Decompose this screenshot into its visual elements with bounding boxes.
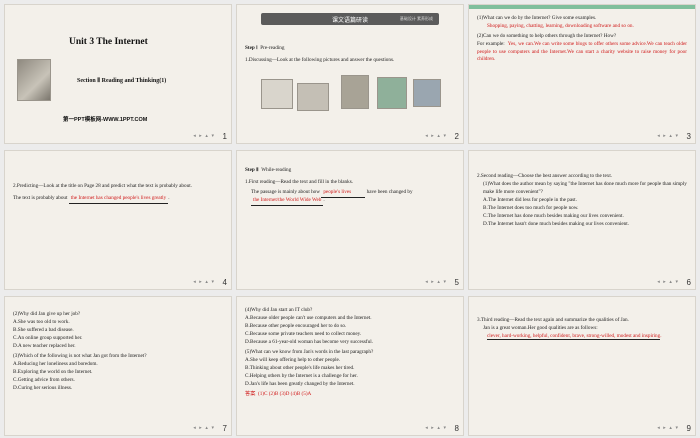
step-title: While-reading: [261, 167, 292, 173]
picture-1: [261, 79, 293, 109]
slide-4[interactable]: 2.Predicting—Look at the title on Page 2…: [4, 150, 232, 290]
slide-section: Section Ⅱ Reading and Thinking(1): [77, 78, 167, 84]
answer-key: 答案 (1)C (2)B (3)D (4)B (5)A: [245, 391, 455, 399]
option-5d: D.Jan's life has been greatly changed by…: [245, 381, 355, 387]
slide-3[interactable]: (1)What can we do by the Internet? Give …: [468, 4, 696, 144]
slide-nav[interactable]: ◂ ▸ ▴ ▾: [425, 279, 447, 285]
first-reading-line: 1.First reading—Read the text and fill i…: [245, 179, 354, 185]
slide-number: 5: [454, 278, 459, 287]
slide-8[interactable]: (4)Why did Jan start an IT club? A.Becau…: [236, 296, 464, 436]
answer-values: (1)C (2)B (3)D (4)B (5)A: [257, 391, 312, 397]
slide-6[interactable]: 2.Second reading—Choose the best answer …: [468, 150, 696, 290]
discussing-line: 1.Discussing—Look at the following pictu…: [245, 57, 395, 63]
question: (1)What does the author mean by saying "…: [483, 181, 687, 195]
question-2: (2)Can we do something to help others th…: [477, 33, 617, 39]
slide-number: 4: [222, 278, 227, 287]
step-label: Step Ⅰ: [245, 45, 258, 51]
question-1: (1)What can we do by the Internet? Give …: [477, 15, 597, 21]
question-5: (5)What can we know from Jan's words in …: [245, 349, 374, 355]
option-3a: A.Reducing her loneliness and boredom.: [13, 361, 98, 367]
predicting-answer-line: The text is probably about the Internet …: [13, 195, 223, 204]
slide-footer: 第一PPT模板网-WWW.1PPT.COM: [63, 117, 148, 123]
option-2d: D.A new teacher replaced her.: [13, 343, 76, 349]
option-2c: C.An online group supported her.: [13, 335, 83, 341]
slide-nav[interactable]: ◂ ▸ ▴ ▾: [657, 279, 679, 285]
slide-photo: [17, 59, 51, 101]
option-a: A.The Internet did less for people in th…: [483, 197, 577, 203]
picture-4: [377, 77, 407, 109]
qualities-answer-text: clever, hard-working, helpful, confident…: [487, 333, 661, 340]
option-5b: B.Thinking about other people's life mak…: [245, 365, 355, 371]
option-b: B.The Internet does too much for people …: [483, 205, 579, 211]
slide-1[interactable]: Unit 3 The Internet Section Ⅱ Reading an…: [4, 4, 232, 144]
question-4: (4)Why did Jan start an IT club?: [245, 307, 313, 313]
banner-right: 基础设计 素养形成: [399, 16, 433, 21]
slide-nav[interactable]: ◂ ▸ ▴ ▾: [657, 425, 679, 431]
slide-grid: Unit 3 The Internet Section Ⅱ Reading an…: [0, 0, 700, 438]
option-2b: B.She suffered a bad disease.: [13, 327, 74, 333]
fill-blank-2: the Internet/the World Wide Web: [251, 197, 324, 206]
slide-number: 8: [454, 424, 459, 433]
picture-5: [413, 79, 441, 107]
fill-text-1: The passage is mainly about how: [251, 189, 321, 195]
picture-2: [297, 83, 329, 111]
slide-nav[interactable]: ◂ ▸ ▴ ▾: [193, 133, 215, 139]
question-3: (3)Which of the following is not what Ja…: [13, 353, 147, 359]
option-5c: C.Helping others by the Internet is a ch…: [245, 373, 358, 379]
slide-number: 7: [222, 424, 227, 433]
option-5a: A.She will keep offering help to other p…: [245, 357, 341, 363]
qualities-answer: clever, hard-working, helpful, confident…: [487, 333, 662, 340]
predicting-line: 2.Predicting—Look at the title on Page 2…: [13, 183, 192, 189]
picture-3: [341, 75, 369, 109]
slide-number: 3: [686, 132, 691, 141]
slide-title: Unit 3 The Internet: [69, 37, 148, 47]
answer-label: 答案: [245, 391, 256, 397]
answer-2: Yes, we can.We can write some blogs to o…: [477, 41, 687, 63]
second-reading-line: 2.Second reading—Choose the best answer …: [477, 173, 613, 179]
question-2: (2)Why did Jan give up her job?: [13, 311, 81, 317]
option-4b: B.Because other people encouraged her to…: [245, 323, 347, 329]
qualities-lead: Jan is a great woman.Her good qualities …: [483, 325, 598, 331]
step-heading: Step Ⅱ While-reading: [245, 167, 455, 175]
option-3d: D.Curing her serious illness.: [13, 385, 73, 391]
slide-nav[interactable]: ◂ ▸ ▴ ▾: [193, 425, 215, 431]
option-c: C.The Internet has done much besides mak…: [483, 213, 624, 219]
option-4d: D.Because a 61-year-old woman has become…: [245, 339, 373, 345]
slide-number: 1: [222, 132, 227, 141]
option-2a: A.She was too old to work.: [13, 319, 70, 325]
third-reading-line: 3.Third reading—Read the text again and …: [477, 317, 629, 323]
slide-7[interactable]: (2)Why did Jan give up her job? A.She wa…: [4, 296, 232, 436]
answer-2-label: For example:: [477, 41, 505, 47]
slide-number: 2: [454, 132, 459, 141]
answer-1: Shopping, paying, chatting, learning, do…: [487, 23, 634, 29]
option-4a: A.Because older people can't use compute…: [245, 315, 372, 321]
option-3c: C.Getting advice from others.: [13, 377, 75, 383]
option-4c: C.Because some private teachers need to …: [245, 331, 362, 337]
step-heading: Step Ⅰ Pre-reading: [245, 45, 455, 53]
section-banner: 课文语篇研读 基础设计 素养形成: [261, 13, 439, 25]
slide-nav[interactable]: ◂ ▸ ▴ ▾: [657, 133, 679, 139]
predicting-answer: the Internet has changed people's lives …: [68, 195, 169, 204]
step-title: Pre-reading: [260, 45, 285, 51]
slide-nav[interactable]: ◂ ▸ ▴ ▾: [425, 425, 447, 431]
top-accent-line: [469, 5, 695, 9]
slide-nav[interactable]: ◂ ▸ ▴ ▾: [425, 133, 447, 139]
option-3b: B.Exploring the world on the Internet.: [13, 369, 93, 375]
slide-number: 9: [686, 424, 691, 433]
fill-line-2: the Internet/the World Wide Web.: [251, 197, 455, 206]
slide-nav[interactable]: ◂ ▸ ▴ ▾: [193, 279, 215, 285]
option-d: D.The Internet hasn't done much besides …: [483, 221, 630, 227]
answer-2-block: For example: Yes, we can.We can write so…: [477, 41, 687, 64]
slide-5[interactable]: Step Ⅱ While-reading 1.First reading—Rea…: [236, 150, 464, 290]
slide-2[interactable]: 课文语篇研读 基础设计 素养形成 Step Ⅰ Pre-reading 1.Dis…: [236, 4, 464, 144]
slide-number: 6: [686, 278, 691, 287]
fill-text-2: have been changed by: [366, 189, 413, 195]
slide-9[interactable]: 3.Third reading—Read the text again and …: [468, 296, 696, 436]
step-label: Step Ⅱ: [245, 167, 259, 173]
predicting-lead: The text is probably about: [13, 195, 68, 201]
